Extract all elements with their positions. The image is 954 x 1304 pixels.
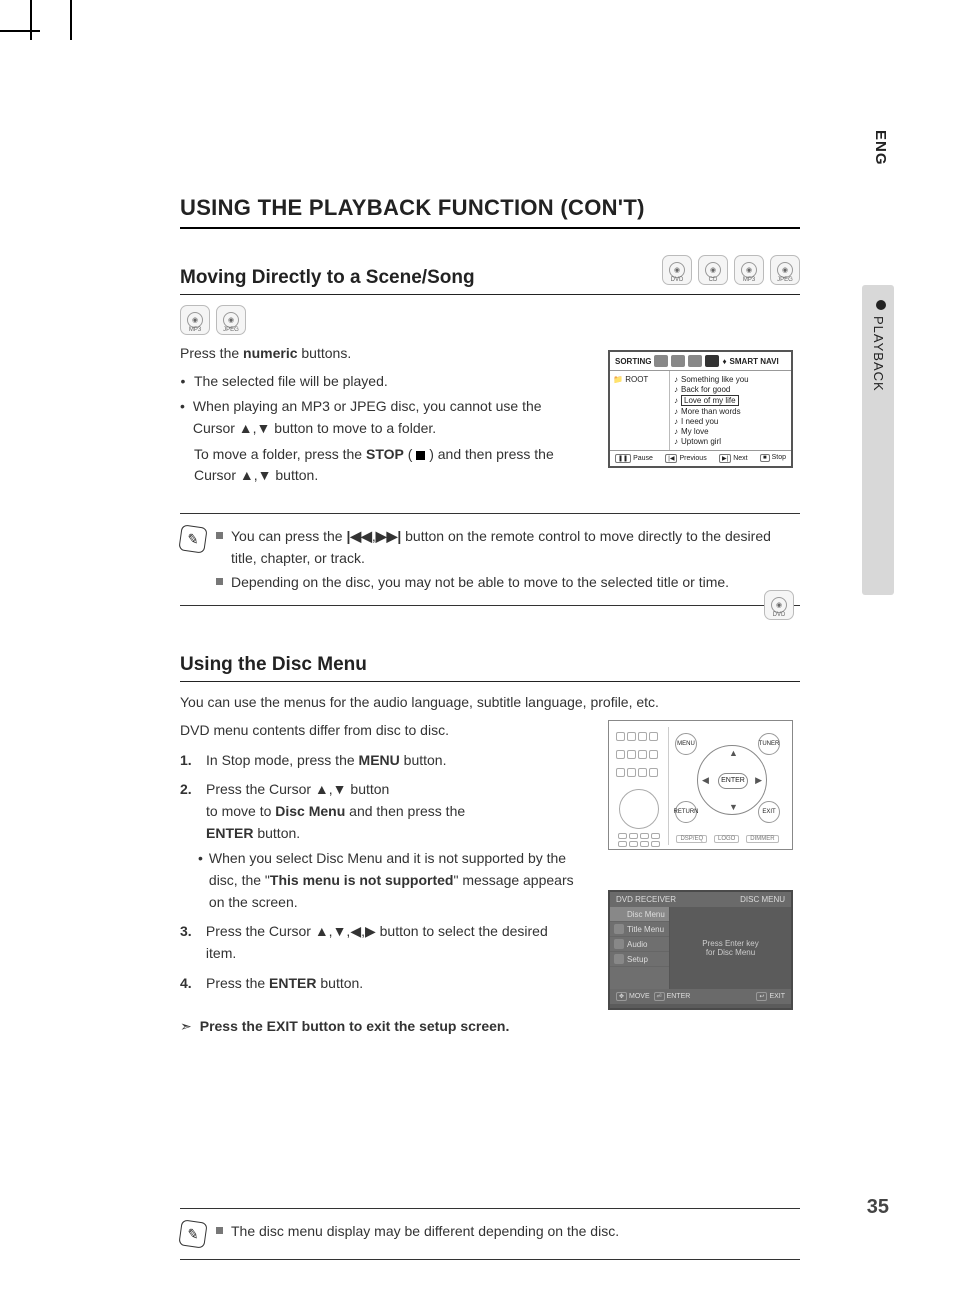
track-row: ♪Back for good bbox=[674, 385, 787, 394]
note-item: The disc menu display may be different d… bbox=[216, 1221, 646, 1243]
return-button-icon: RETURN bbox=[675, 801, 697, 823]
page-title: USING THE PLAYBACK FUNCTION (CON'T) bbox=[180, 195, 800, 229]
jpeg-badge-icon: ◉JPEG bbox=[770, 255, 800, 285]
note-item: You can press the |◀◀,▶▶| button on the … bbox=[216, 526, 800, 569]
square-bullet-icon bbox=[216, 532, 223, 539]
square-bullet-icon bbox=[216, 578, 223, 585]
dvd-badge-side: ◉DVD bbox=[764, 590, 794, 620]
fb-footer: ❚❚Pause |◀Previous ▶|Next ■Stop bbox=[610, 450, 791, 466]
track-row: ♪More than words bbox=[674, 407, 787, 416]
note-icon: ✎ bbox=[178, 524, 207, 553]
bullet-continuation: To move a folder, press the STOP ( ) and… bbox=[194, 444, 580, 487]
manual-page: ENG PLAYBACK 35 USING THE PLAYBACK FUNCT… bbox=[0, 0, 954, 1304]
pointer-icon: ➣ bbox=[180, 1016, 192, 1038]
jpeg-badge-icon: ◉JPEG bbox=[216, 305, 246, 335]
step-3: 3.Press the Cursor ▲,▼,◀,▶ button to sel… bbox=[180, 921, 580, 964]
osd-figure: DVD RECEIVERDISC MENU Disc MenuTitle Men… bbox=[608, 890, 793, 1010]
square-bullet-icon bbox=[216, 1227, 223, 1234]
moving-bullets: •The selected file will be played. •When… bbox=[180, 371, 580, 487]
discmenu-intro1: You can use the menus for the audio lang… bbox=[180, 692, 800, 714]
crop-mark bbox=[30, 0, 60, 40]
step-1: 1.In Stop mode, press the MENU button. bbox=[180, 750, 580, 772]
fb-tree: 📁 ROOT bbox=[610, 371, 670, 450]
mp3-badge-icon: ◉MP3 bbox=[180, 305, 210, 335]
osd-sidebar: Disc MenuTitle MenuAudioSetup bbox=[610, 907, 670, 989]
note-box-1: ✎ You can press the |◀◀,▶▶| button on th… bbox=[180, 513, 800, 606]
dpad-icon: ▲▼◀▶ ENTER bbox=[697, 745, 767, 815]
fb-header: SORTING ♦SMART NAVI bbox=[610, 352, 791, 371]
note-icon: ✎ bbox=[178, 1219, 207, 1248]
bullet-item: •The selected file will be played. bbox=[180, 371, 580, 393]
remote-figure: MENU TUNER RETURN EXIT ▲▼◀▶ ENTER DSP/EQ… bbox=[608, 720, 793, 850]
dvd-badge-icon: ◉DVD bbox=[764, 590, 794, 620]
note-box-2: ✎ The disc menu display may be different… bbox=[180, 1208, 800, 1260]
mp3-badge-icon: ◉MP3 bbox=[734, 255, 764, 285]
file-browser-figure: SORTING ♦SMART NAVI 📁 ROOT ♪Something li… bbox=[608, 350, 793, 468]
menu-button-icon: MENU bbox=[675, 733, 697, 755]
discmenu-heading: Using the Disc Menu bbox=[180, 654, 800, 682]
step-2: 2. Press the Cursor ▲,▼ button to move t… bbox=[180, 779, 580, 844]
track-row: ♪Uptown girl bbox=[674, 437, 787, 446]
osd-header: DVD RECEIVERDISC MENU bbox=[610, 892, 791, 907]
osd-item: Title Menu bbox=[610, 922, 669, 937]
crop-mark bbox=[70, 0, 72, 40]
dvd-badge-icon: ◉DVD bbox=[662, 255, 692, 285]
exit-instruction: ➣ Press the EXIT button to exit the setu… bbox=[180, 1016, 800, 1038]
osd-item: Setup bbox=[610, 952, 669, 967]
track-row: ♪My love bbox=[674, 427, 787, 436]
track-row: ♪Something like you bbox=[674, 375, 787, 384]
format-badges-top: ◉DVD ◉CD ◉MP3 ◉JPEG bbox=[662, 255, 800, 285]
osd-main: Press Enter keyfor Disc Menu bbox=[670, 907, 791, 989]
format-badges-under: ◉MP3 ◉JPEG bbox=[180, 305, 800, 335]
osd-item: Audio bbox=[610, 937, 669, 952]
step-2-sub: • When you select Disc Menu and it is no… bbox=[198, 848, 580, 913]
discmenu-steps: 1.In Stop mode, press the MENU button. 2… bbox=[180, 750, 580, 995]
stop-icon bbox=[416, 451, 425, 460]
bullet-item: •When playing an MP3 or JPEG disc, you c… bbox=[180, 396, 580, 439]
language-tab: ENG bbox=[872, 130, 889, 166]
fb-tracklist: ♪Something like you♪Back for good♪Love o… bbox=[670, 371, 791, 450]
remote-zoom: MENU TUNER RETURN EXIT ▲▼◀▶ ENTER DSP/EQ… bbox=[668, 727, 786, 845]
page-number: 35 bbox=[867, 1196, 889, 1219]
section-tab: PLAYBACK bbox=[871, 300, 886, 392]
track-row: ♪I need you bbox=[674, 417, 787, 426]
note-item: Depending on the disc, you may not be ab… bbox=[216, 572, 800, 594]
osd-item: Disc Menu bbox=[610, 907, 669, 922]
track-row: ♪Love of my life bbox=[674, 395, 787, 406]
section-tab-label: PLAYBACK bbox=[871, 316, 886, 392]
remote-full bbox=[615, 729, 663, 847]
osd-footer: ✥MOVE ⏎ENTER ↩EXIT bbox=[610, 989, 791, 1004]
cd-badge-icon: ◉CD bbox=[698, 255, 728, 285]
bullet-icon bbox=[876, 300, 886, 310]
step-4: 4.Press the ENTER button. bbox=[180, 973, 580, 995]
